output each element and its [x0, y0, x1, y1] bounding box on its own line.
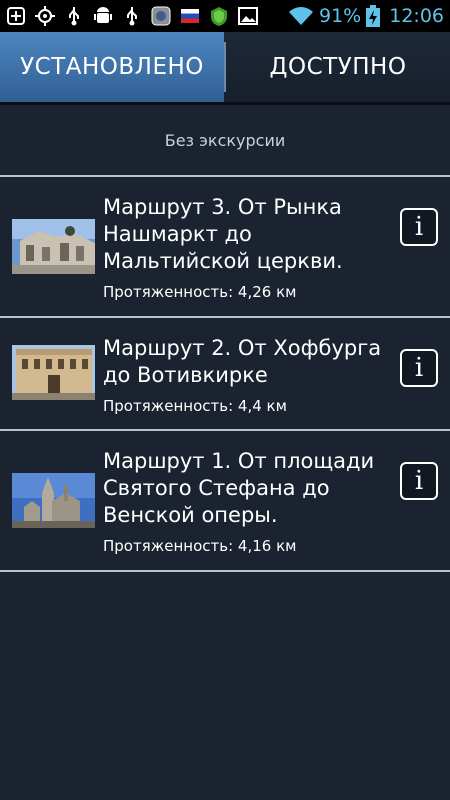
route-length-2: Протяженность: 4,4 км: [103, 397, 287, 415]
route-text-2: Маршрут 2. От Хофбурга до Вотивкирке Про…: [103, 335, 385, 415]
android-debug-icon: [93, 6, 113, 26]
route-thumbnail-3: [12, 219, 95, 274]
battery-charging-icon: [366, 5, 381, 27]
battery-percent: 91%: [319, 5, 362, 27]
route-title-1: Маршрут 1. От площади Святого Стефана до…: [103, 449, 375, 527]
route-thumbnail-1: [12, 473, 95, 528]
route-title-3: Маршрут 3. От Рынка Нашмаркт до Мальтийс…: [103, 195, 343, 273]
status-bar: 91% 12:06: [0, 0, 450, 32]
route-thumbnail-2: [12, 345, 95, 400]
route-text-3: Маршрут 3. От Рынка Нашмаркт до Мальтийс…: [103, 194, 385, 301]
route-item-3[interactable]: Маршрут 3. От Рынка Нашмаркт до Мальтийс…: [0, 177, 450, 318]
gps-icon: [35, 6, 55, 26]
system-status: 91% 12:06: [288, 5, 444, 27]
info-button-3[interactable]: i: [400, 208, 438, 246]
clock: 12:06: [389, 5, 444, 27]
info-button-2[interactable]: i: [400, 349, 438, 387]
info-icon: i: [414, 212, 424, 242]
route-text-1: Маршрут 1. От площади Святого Стефана до…: [103, 448, 385, 555]
security-icon: [209, 6, 229, 26]
tab-available[interactable]: ДОСТУПНО: [226, 32, 450, 102]
info-button-1[interactable]: i: [400, 462, 438, 500]
route-title-2: Маршрут 2. От Хофбурга до Вотивкирке: [103, 336, 382, 387]
route-list: Без экскурсии Маршрут 3. От Рынка Нашмар…: [0, 105, 450, 572]
info-icon: i: [414, 466, 424, 496]
route-item-2[interactable]: Маршрут 2. От Хофбурга до Вотивкирке Про…: [0, 318, 450, 431]
tab-installed[interactable]: УСТАНОВЛЕНО: [0, 32, 224, 102]
wifi-icon: [288, 6, 314, 26]
route-length-1: Протяженность: 4,16 км: [103, 537, 297, 555]
route-length-3: Протяженность: 4,26 км: [103, 283, 297, 301]
route-item-1[interactable]: Маршрут 1. От площади Святого Стефана до…: [0, 431, 450, 572]
usb-icon: [64, 6, 84, 26]
russia-flag-icon: [180, 6, 200, 26]
notification-icons: [6, 6, 258, 26]
info-icon: i: [414, 353, 424, 383]
app-icon: [151, 6, 171, 26]
usb-icon: [122, 6, 142, 26]
add-icon: [6, 6, 26, 26]
no-tour-item[interactable]: Без экскурсии: [0, 105, 450, 177]
tab-bar: УСТАНОВЛЕНО ДОСТУПНО: [0, 32, 450, 105]
image-icon: [238, 6, 258, 26]
